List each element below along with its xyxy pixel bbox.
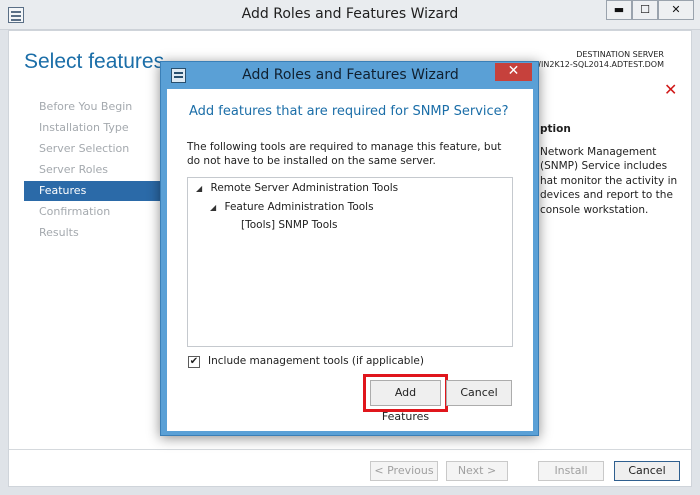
description-line: Network Management xyxy=(540,145,657,158)
required-features-tree[interactable]: ◢ Remote Server Administration Tools ◢ F… xyxy=(187,177,513,347)
expand-arrow-icon[interactable]: ◢ xyxy=(196,184,202,193)
tree-item[interactable]: ◢ Feature Administration Tools xyxy=(210,201,374,213)
description-line: console workstation. xyxy=(540,203,649,216)
feature-description: ption Network Management (SNMP) Service … xyxy=(540,122,690,217)
add-features-button[interactable]: Add Features xyxy=(370,380,441,423)
next-button[interactable]: Next > xyxy=(446,461,508,481)
description-line: hat monitor the activity in xyxy=(540,174,678,187)
dialog-explanation: The following tools are required to mana… xyxy=(187,141,502,167)
nav-item-confirmation[interactable]: Confirmation xyxy=(24,202,162,222)
nav-item-results[interactable]: Results xyxy=(24,223,162,243)
cancel-button[interactable]: Cancel xyxy=(614,461,680,481)
tree-item-label: Remote Server Administration Tools xyxy=(210,182,399,194)
install-button[interactable]: Install xyxy=(538,461,604,481)
destination-server-label: DESTINATION SERVER xyxy=(576,50,664,59)
include-tools-label[interactable]: Include management tools (if applicable) xyxy=(208,355,424,367)
description-line: devices and report to the xyxy=(540,189,673,201)
tree-item-label: Feature Administration Tools xyxy=(224,201,374,213)
description-title: ption xyxy=(540,123,571,135)
footer-divider xyxy=(9,449,691,450)
expand-arrow-icon[interactable]: ◢ xyxy=(210,203,216,212)
minimize-button[interactable]: ▬ xyxy=(606,0,632,20)
page-title: Select features xyxy=(24,50,165,73)
close-button[interactable]: ✕ xyxy=(658,0,694,20)
maximize-button[interactable]: ☐ xyxy=(632,0,658,20)
dialog-heading: Add features that are required for SNMP … xyxy=(189,104,509,119)
dialog-body: Add features that are required for SNMP … xyxy=(167,89,533,431)
previous-button[interactable]: < Previous xyxy=(370,461,438,481)
include-tools-checkbox[interactable]: ✔ xyxy=(188,356,200,368)
add-features-dialog: Add Roles and Features Wizard ✕ Add feat… xyxy=(160,61,539,436)
error-x-icon[interactable]: ✕ xyxy=(664,80,677,99)
nav-item-server-roles[interactable]: Server Roles xyxy=(24,160,162,180)
nav-item-before-you-begin[interactable]: Before You Begin xyxy=(24,97,162,117)
tree-item[interactable]: ◢ Remote Server Administration Tools xyxy=(196,182,398,194)
window-title: Add Roles and Features Wizard xyxy=(241,6,459,22)
description-line: (SNMP) Service includes xyxy=(540,160,668,172)
destination-server-name: WIN2K12-SQL2014.ADTEST.DOM xyxy=(533,60,664,69)
dialog-close-button[interactable]: ✕ xyxy=(495,63,532,81)
dialog-title: Add Roles and Features Wizard xyxy=(242,67,459,83)
nav-item-server-selection[interactable]: Server Selection xyxy=(24,139,162,159)
nav-item-features[interactable]: Features xyxy=(24,181,162,201)
nav-item-installation-type[interactable]: Installation Type xyxy=(24,118,162,138)
tree-item[interactable]: [Tools] SNMP Tools xyxy=(241,219,338,231)
dialog-cancel-button[interactable]: Cancel xyxy=(446,380,512,406)
tree-item-label: [Tools] SNMP Tools xyxy=(241,219,338,231)
